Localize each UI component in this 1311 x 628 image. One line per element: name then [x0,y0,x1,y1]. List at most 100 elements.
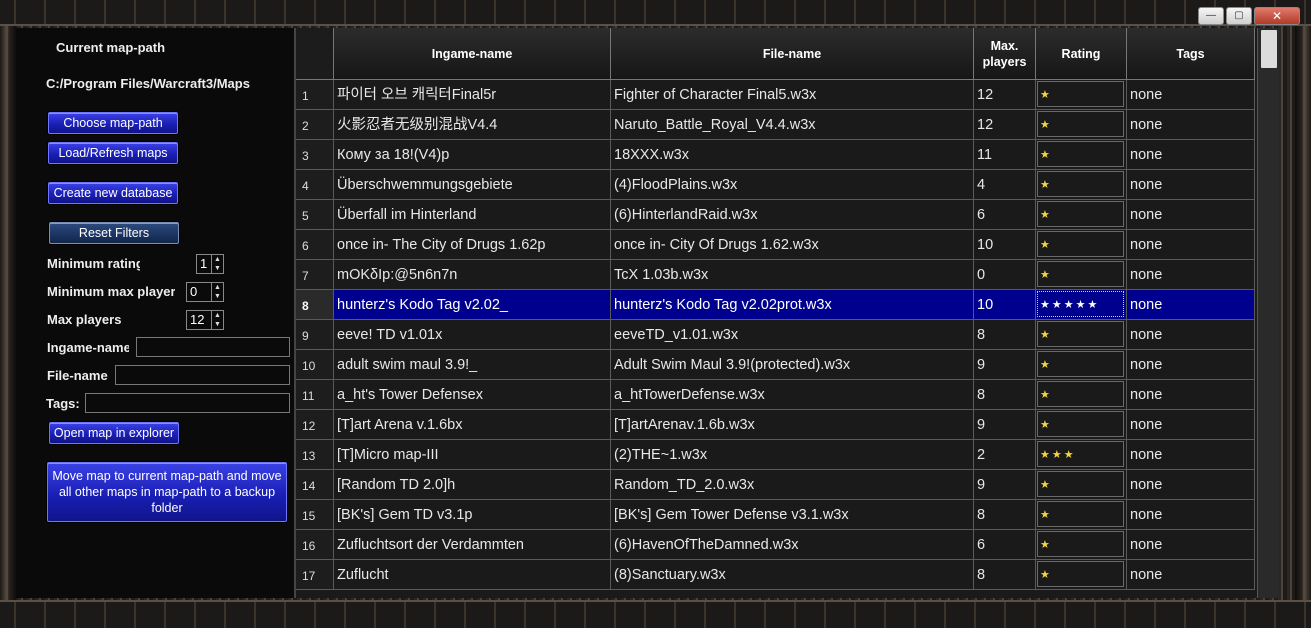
cell-file-name[interactable]: 18XXX.w3x [611,140,974,170]
cell-tags[interactable]: none [1127,410,1255,440]
cell-max-players[interactable]: 9 [974,410,1036,440]
cell-rating[interactable]: ★ [1036,230,1127,260]
choose-map-path-button[interactable]: Choose map-path [48,112,178,134]
cell-rating[interactable]: ★ [1036,410,1127,440]
max-players-stepper[interactable]: 12 ▲ ▼ [186,310,224,330]
cell-ingame-name[interactable]: adult swim maul 3.9!_ [334,350,611,380]
reset-filters-button[interactable]: Reset Filters [49,222,179,244]
cell-file-name[interactable]: Adult Swim Maul 3.9!(protected).w3x [611,350,974,380]
table-row[interactable]: 5 Überfall im Hinterland (6)HinterlandRaid… [296,200,1257,230]
ingame-name-input[interactable] [136,337,290,357]
cell-ingame-name[interactable]: Zuflucht [334,560,611,590]
cell-rating[interactable]: ★ [1036,500,1127,530]
cell-ingame-name[interactable]: [Random TD 2.0]h [334,470,611,500]
cell-rating[interactable]: ★★★★★ [1036,290,1127,320]
table-row[interactable]: 14 [Random TD 2.0]h Random_TD_2.0.w3x 9 ★ non… [296,470,1257,500]
cell-tags[interactable]: none [1127,500,1255,530]
cell-max-players[interactable]: 0 [974,260,1036,290]
stepper-arrows-icon[interactable]: ▲ ▼ [211,255,223,273]
cell-file-name[interactable]: (4)FloodPlains.w3x [611,170,974,200]
table-row[interactable]: 3 Кому за 18!(V4)p 18XXX.w3x 11 ★ none [296,140,1257,170]
table-row[interactable]: 10 adult swim maul 3.9!_ Adult Swim Maul 3… [296,350,1257,380]
cell-tags[interactable]: none [1127,290,1255,320]
cell-file-name[interactable]: a_htTowerDefense.w3x [611,380,974,410]
cell-file-name[interactable]: TcX 1.03b.w3x [611,260,974,290]
cell-ingame-name[interactable]: Zufluchtsort der Verdammten [334,530,611,560]
cell-max-players[interactable]: 6 [974,530,1036,560]
cell-rating[interactable]: ★ [1036,380,1127,410]
cell-tags[interactable]: none [1127,80,1255,110]
cell-tags[interactable]: none [1127,320,1255,350]
file-name-input[interactable] [115,365,290,385]
cell-ingame-name[interactable]: 火影忍者无级别混战V4.4 [334,110,611,140]
cell-rating[interactable]: ★ [1036,560,1127,590]
cell-max-players[interactable]: 10 [974,290,1036,320]
stepper-arrows-icon[interactable]: ▲ ▼ [211,283,223,301]
cell-file-name[interactable]: [BK's] Gem Tower Defense v3.1.w3x [611,500,974,530]
cell-ingame-name[interactable]: [T]art Arena v.1.6bx [334,410,611,440]
cell-ingame-name[interactable]: [T]Micro map-III [334,440,611,470]
scrollbar-thumb[interactable] [1261,30,1277,68]
cell-file-name[interactable]: (6)HinterlandRaid.w3x [611,200,974,230]
column-header-file-name[interactable]: File-name [611,28,974,80]
min-max-players-stepper[interactable]: 0 ▲ ▼ [186,282,224,302]
table-row[interactable]: 12 [T]art Arena v.1.6bx [T]artArenav.1.6b.… [296,410,1257,440]
cell-file-name[interactable]: eeveTD_v1.01.w3x [611,320,974,350]
cell-max-players[interactable]: 10 [974,230,1036,260]
cell-rating[interactable]: ★ [1036,530,1127,560]
table-row[interactable]: 13 [T]Micro map-III (2)THE~1.w3x 2 ★★★ none [296,440,1257,470]
cell-rating[interactable]: ★ [1036,350,1127,380]
cell-ingame-name[interactable]: mOKδIp:@5n6n7n [334,260,611,290]
cell-tags[interactable]: none [1127,470,1255,500]
cell-max-players[interactable]: 6 [974,200,1036,230]
cell-ingame-name[interactable]: once in- The City of Drugs 1.62p [334,230,611,260]
table-row[interactable]: 16 Zufluchtsort der Verdammten (6)HavenOfT… [296,530,1257,560]
cell-rating[interactable]: ★ [1036,140,1127,170]
move-map-backup-button[interactable]: Move map to current map-path and move al… [47,462,287,522]
cell-max-players[interactable]: 9 [974,470,1036,500]
cell-ingame-name[interactable]: hunterz's Kodo Tag v2.02_ [334,290,611,320]
cell-ingame-name[interactable]: 파이터 오브 캐릭터Final5r [334,80,611,110]
cell-rating[interactable]: ★ [1036,260,1127,290]
cell-tags[interactable]: none [1127,260,1255,290]
cell-tags[interactable]: none [1127,350,1255,380]
cell-file-name[interactable]: (2)THE~1.w3x [611,440,974,470]
cell-max-players[interactable]: 11 [974,140,1036,170]
cell-file-name[interactable]: hunterz's Kodo Tag v2.02prot.w3x [611,290,974,320]
open-map-explorer-button[interactable]: Open map in explorer [49,422,179,444]
cell-max-players[interactable]: 8 [974,320,1036,350]
cell-tags[interactable]: none [1127,200,1255,230]
cell-rating[interactable]: ★ [1036,80,1127,110]
column-header-max-players[interactable]: Max. players [974,28,1036,80]
stepper-arrows-icon[interactable]: ▲ ▼ [211,311,223,329]
cell-ingame-name[interactable]: Überschwemmungsgebiete [334,170,611,200]
tags-input[interactable] [85,393,290,413]
cell-rating[interactable]: ★ [1036,320,1127,350]
table-row[interactable]: 17 Zuflucht (8)Sanctuary.w3x 8 ★ none [296,560,1257,590]
cell-file-name[interactable]: Random_TD_2.0.w3x [611,470,974,500]
vertical-scrollbar[interactable] [1257,28,1279,598]
cell-max-players[interactable]: 12 [974,80,1036,110]
table-row[interactable]: 15 [BK's] Gem TD v3.1p [BK's] Gem Tower De… [296,500,1257,530]
close-icon[interactable]: ✕ [1254,7,1300,25]
minimize-icon[interactable]: — [1198,7,1224,25]
cell-max-players[interactable]: 9 [974,350,1036,380]
table-row[interactable]: 2 火影忍者无级别混战V4.4 Naruto_Battle_Royal_V4.4.w… [296,110,1257,140]
maximize-icon[interactable]: ▢ [1226,7,1252,25]
cell-max-players[interactable]: 8 [974,380,1036,410]
cell-tags[interactable]: none [1127,110,1255,140]
table-row[interactable]: 9 eeve! TD v1.01x eeveTD_v1.01.w3x 8 ★ none [296,320,1257,350]
cell-tags[interactable]: none [1127,380,1255,410]
cell-file-name[interactable]: once in- City Of Drugs 1.62.w3x [611,230,974,260]
cell-file-name[interactable]: [T]artArenav.1.6b.w3x [611,410,974,440]
cell-rating[interactable]: ★ [1036,200,1127,230]
cell-max-players[interactable]: 2 [974,440,1036,470]
cell-rating[interactable]: ★★★ [1036,440,1127,470]
cell-rating[interactable]: ★ [1036,110,1127,140]
cell-file-name[interactable]: Naruto_Battle_Royal_V4.4.w3x [611,110,974,140]
column-header-rating[interactable]: Rating [1036,28,1127,80]
cell-tags[interactable]: none [1127,140,1255,170]
cell-ingame-name[interactable]: Überfall im Hinterland [334,200,611,230]
cell-tags[interactable]: none [1127,440,1255,470]
min-rating-stepper[interactable]: 1 ▲ ▼ [196,254,224,274]
